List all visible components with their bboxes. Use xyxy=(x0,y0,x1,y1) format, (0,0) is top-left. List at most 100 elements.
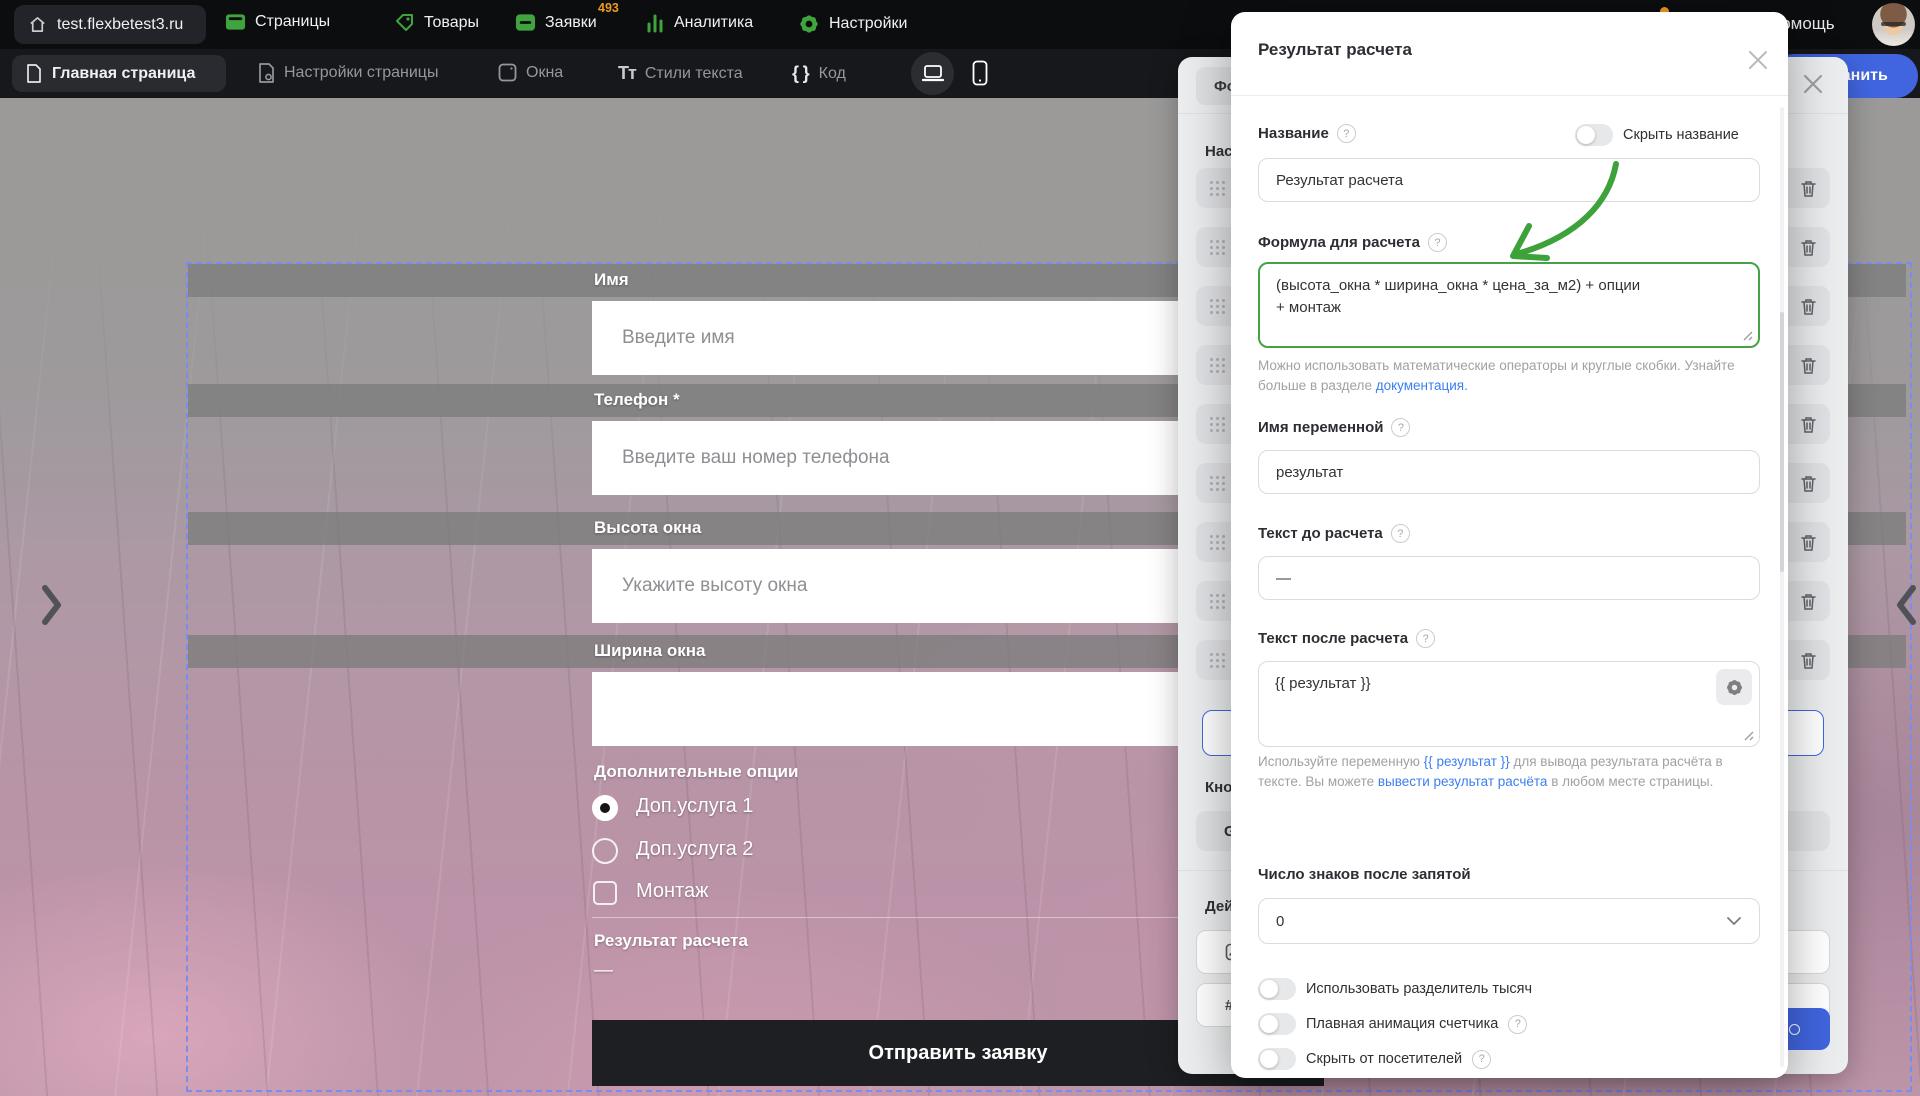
text-styles-button[interactable]: Tт Стили текста xyxy=(618,63,743,84)
trash-icon[interactable] xyxy=(1801,180,1816,197)
decimals-label: Число знаков после запятой xyxy=(1258,866,1471,883)
expand-left-chevron-icon[interactable] xyxy=(40,584,64,626)
hide-from-visitors-row: Скрыть от посетителей ? xyxy=(1258,1048,1491,1070)
trash-icon[interactable] xyxy=(1801,534,1816,551)
radio-service2[interactable] xyxy=(592,838,618,864)
modal-header-divider xyxy=(1231,95,1788,96)
nav-products[interactable]: Товары xyxy=(395,13,479,33)
hide-from-visitors-toggle[interactable] xyxy=(1258,1048,1296,1070)
hide-name-label: Скрыть название xyxy=(1623,127,1739,143)
page-gear-icon xyxy=(258,63,275,83)
after-text-textarea[interactable]: {{ результат }} xyxy=(1258,661,1760,747)
radio-service1[interactable] xyxy=(592,795,618,821)
after-help-text: Используйте переменную {{ результат }} д… xyxy=(1258,752,1742,792)
help-icon[interactable]: ? xyxy=(1416,629,1435,648)
drag-handle-icon[interactable] xyxy=(1210,181,1213,184)
pages-icon xyxy=(225,13,246,31)
builder-window: test.flexbetest3.ru Страницы Товары Заяв… xyxy=(0,0,1920,1096)
drag-handle-icon[interactable] xyxy=(1210,358,1213,361)
drag-handle-icon[interactable] xyxy=(1210,417,1213,420)
chevron-down-icon xyxy=(1726,916,1742,926)
green-arrow-annotation xyxy=(1471,150,1641,272)
resize-handle-icon[interactable] xyxy=(1744,731,1754,741)
drag-handle-icon[interactable] xyxy=(1210,476,1213,479)
docs-link[interactable]: документация. xyxy=(1376,378,1468,393)
laptop-icon xyxy=(921,64,945,84)
gear-icon xyxy=(1725,678,1744,697)
hide-name-toggle[interactable] xyxy=(1575,124,1613,146)
formula-field-label: Формула для расчета? xyxy=(1258,233,1447,252)
desktop-view-button[interactable] xyxy=(911,52,954,95)
radio-dot xyxy=(600,803,610,813)
drag-handle-icon[interactable] xyxy=(1210,653,1213,656)
checkbox-montage-label[interactable]: Монтаж xyxy=(636,880,709,903)
name-field-label: Название? xyxy=(1258,124,1356,143)
help-icon[interactable]: ? xyxy=(1472,1050,1491,1069)
trash-icon[interactable] xyxy=(1801,239,1816,256)
variable-link[interactable]: {{ результат }} xyxy=(1424,754,1510,769)
nav-leads[interactable]: Заявки xyxy=(515,13,597,32)
current-page-chip[interactable]: Главная страница xyxy=(12,55,226,92)
window-icon xyxy=(498,63,517,82)
radio-service2-label[interactable]: Доп.услуга 2 xyxy=(636,838,753,861)
after-text-label: Текст после расчета? xyxy=(1258,629,1435,648)
help-icon[interactable]: ? xyxy=(1391,418,1410,437)
page-icon xyxy=(26,64,42,83)
inbox-icon xyxy=(515,13,536,32)
site-name: test.flexbetest3.ru xyxy=(57,16,183,34)
before-text-label: Текст до расчета? xyxy=(1258,524,1410,543)
windows-button[interactable]: Окна xyxy=(498,63,563,82)
trash-icon[interactable] xyxy=(1801,298,1816,315)
field-label-height: Высота окна xyxy=(594,518,701,538)
nav-analytics[interactable]: Аналитика xyxy=(645,13,753,33)
variable-name-input[interactable] xyxy=(1258,450,1760,494)
radio-service1-label[interactable]: Доп.услуга 1 xyxy=(636,795,753,818)
help-icon[interactable]: ? xyxy=(1391,524,1410,543)
home-icon xyxy=(28,15,47,34)
help-icon[interactable]: ? xyxy=(1508,1015,1527,1034)
modal-scrollbar[interactable] xyxy=(1780,107,1784,1067)
result-label: Результат расчета xyxy=(594,931,748,951)
panel-close-icon[interactable] xyxy=(1800,71,1826,97)
drag-handle-icon[interactable] xyxy=(1210,299,1213,302)
nav-pages[interactable]: Страницы xyxy=(225,13,330,31)
drag-handle-icon[interactable] xyxy=(1210,535,1213,538)
bar-chart-icon xyxy=(645,13,665,33)
site-chip[interactable]: test.flexbetest3.ru xyxy=(14,5,206,44)
page-settings-button[interactable]: Настройки страницы xyxy=(258,63,438,83)
help-icon[interactable]: ? xyxy=(1428,233,1447,252)
formula-textarea[interactable]: (высота_окна * ширина_окна * цена_за_м2)… xyxy=(1258,262,1760,348)
resize-handle-icon[interactable] xyxy=(1743,331,1753,341)
counter-animation-toggle[interactable] xyxy=(1258,1013,1296,1035)
output-result-link[interactable]: вывести результат расчёта xyxy=(1378,774,1548,789)
current-page-name: Главная страница xyxy=(52,65,195,83)
modal-scrollbar-thumb[interactable] xyxy=(1780,312,1784,572)
thousands-separator-row: Использовать разделитель тысяч xyxy=(1258,978,1532,1000)
field-label-phone: Телефон * xyxy=(594,390,680,410)
code-button[interactable]: { } Код xyxy=(792,63,846,84)
help-icon[interactable]: ? xyxy=(1337,124,1356,143)
drag-handle-icon[interactable] xyxy=(1210,594,1213,597)
thousands-separator-toggle[interactable] xyxy=(1258,978,1296,1000)
nav-settings[interactable]: Настройки xyxy=(798,13,907,35)
counter-animation-row: Плавная анимация счетчика ? xyxy=(1258,1013,1527,1035)
leads-count-badge: 493 xyxy=(598,1,619,15)
decimals-select[interactable]: 0 xyxy=(1258,898,1760,944)
trash-icon[interactable] xyxy=(1801,357,1816,374)
before-text-input[interactable] xyxy=(1258,556,1760,600)
mobile-view-button[interactable] xyxy=(972,60,988,91)
expand-right-chevron-icon[interactable] xyxy=(1894,584,1918,626)
avatar[interactable] xyxy=(1872,3,1915,46)
modal-close-icon[interactable] xyxy=(1746,48,1770,72)
field-label-width: Ширина окна xyxy=(594,641,705,661)
loader-icon xyxy=(1789,1024,1800,1035)
trash-icon[interactable] xyxy=(1801,652,1816,669)
insert-variable-button[interactable] xyxy=(1716,669,1752,705)
trash-icon[interactable] xyxy=(1801,416,1816,433)
drag-handle-icon[interactable] xyxy=(1210,240,1213,243)
trash-icon[interactable] xyxy=(1801,593,1816,610)
variable-field-label: Имя переменной? xyxy=(1258,418,1410,437)
trash-icon[interactable] xyxy=(1801,475,1816,492)
checkbox-montage[interactable] xyxy=(593,881,617,905)
calc-result-modal: Результат расчета Название? Скрыть назва… xyxy=(1231,12,1788,1078)
